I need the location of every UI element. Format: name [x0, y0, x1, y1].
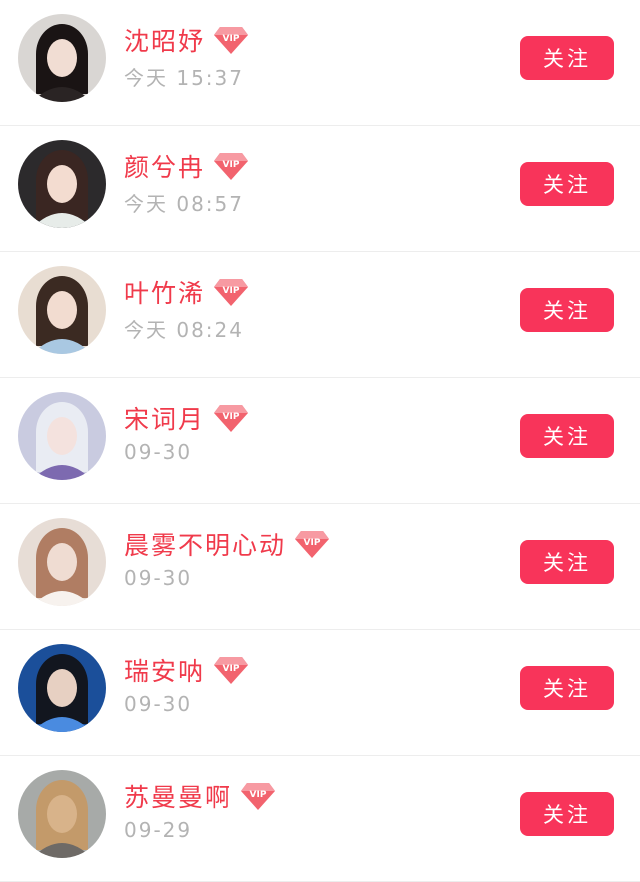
follow-button[interactable]: 关注 [520, 792, 614, 836]
vip-label: VIP [223, 412, 240, 422]
avatar[interactable] [18, 266, 106, 354]
name-line: 晨雾不明心动 VIP [124, 526, 330, 562]
follow-button[interactable]: 关注 [520, 666, 614, 710]
avatar[interactable] [18, 518, 106, 606]
timestamp: 今天 15:37 [124, 66, 244, 90]
vip-diamond-icon: VIP [214, 405, 249, 432]
avatar-image [18, 518, 106, 606]
avatar[interactable] [18, 644, 106, 732]
user-name[interactable]: 沈昭妤 [124, 22, 205, 58]
vip-diamond-icon: VIP [214, 27, 249, 54]
user-name[interactable]: 瑞安呐 [124, 652, 205, 688]
avatar-image [18, 644, 106, 732]
list-item[interactable]: 沈昭妤 VIP 今天 15:37 关注 [0, 0, 640, 126]
name-line: 沈昭妤 VIP [124, 22, 249, 58]
follow-button[interactable]: 关注 [520, 162, 614, 206]
follower-list: 沈昭妤 VIP 今天 15:37 关注 颜兮冉 VIP 今天 08:57 关注 … [0, 0, 640, 882]
avatar-image [18, 392, 106, 480]
avatar[interactable] [18, 392, 106, 480]
timestamp: 09-30 [124, 566, 193, 590]
follow-button[interactable]: 关注 [520, 414, 614, 458]
name-line: 苏曼曼啊 VIP [124, 778, 276, 814]
avatar[interactable] [18, 14, 106, 102]
avatar-image [18, 266, 106, 354]
vip-label: VIP [304, 538, 321, 548]
vip-label: VIP [223, 286, 240, 296]
list-item[interactable]: 叶竹浠 VIP 今天 08:24 关注 [0, 252, 640, 378]
name-line: 颜兮冉 VIP [124, 148, 249, 184]
follow-button[interactable]: 关注 [520, 540, 614, 584]
timestamp: 09-30 [124, 692, 193, 716]
vip-label: VIP [223, 160, 240, 170]
list-item[interactable]: 颜兮冉 VIP 今天 08:57 关注 [0, 126, 640, 252]
timestamp: 今天 08:57 [124, 192, 244, 216]
timestamp: 今天 08:24 [124, 318, 244, 342]
user-name[interactable]: 苏曼曼啊 [124, 778, 232, 814]
vip-diamond-icon: VIP [214, 279, 249, 306]
timestamp: 09-29 [124, 818, 193, 842]
vip-diamond-icon: VIP [214, 153, 249, 180]
vip-diamond-icon: VIP [295, 531, 330, 558]
timestamp: 09-30 [124, 440, 193, 464]
follow-button[interactable]: 关注 [520, 288, 614, 332]
name-line: 叶竹浠 VIP [124, 274, 249, 310]
vip-label: VIP [223, 34, 240, 44]
avatar[interactable] [18, 140, 106, 228]
avatar-image [18, 140, 106, 228]
vip-label: VIP [250, 790, 267, 800]
avatar-image [18, 14, 106, 102]
vip-diamond-icon: VIP [241, 783, 276, 810]
user-name[interactable]: 叶竹浠 [124, 274, 205, 310]
name-line: 瑞安呐 VIP [124, 652, 249, 688]
user-name[interactable]: 宋词月 [124, 400, 205, 436]
list-item[interactable]: 宋词月 VIP 09-30 关注 [0, 378, 640, 504]
list-item[interactable]: 瑞安呐 VIP 09-30 关注 [0, 630, 640, 756]
vip-label: VIP [223, 664, 240, 674]
name-line: 宋词月 VIP [124, 400, 249, 436]
avatar[interactable] [18, 770, 106, 858]
avatar-image [18, 770, 106, 858]
follow-button[interactable]: 关注 [520, 36, 614, 80]
user-name[interactable]: 晨雾不明心动 [124, 526, 286, 562]
user-name[interactable]: 颜兮冉 [124, 148, 205, 184]
vip-diamond-icon: VIP [214, 657, 249, 684]
list-item[interactable]: 晨雾不明心动 VIP 09-30 关注 [0, 504, 640, 630]
list-item[interactable]: 苏曼曼啊 VIP 09-29 关注 [0, 756, 640, 882]
